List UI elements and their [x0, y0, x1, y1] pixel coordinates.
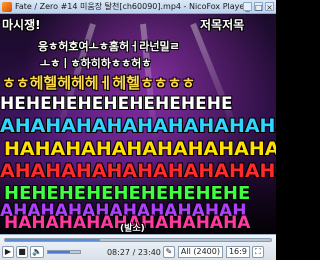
comment-filter-select[interactable]: All (2400) — [177, 246, 223, 258]
time-display: 08:27 / 23:40 — [107, 248, 161, 257]
volume-level — [47, 251, 71, 253]
seek-progress — [5, 239, 100, 241]
comment: HAHAHAHAHAHAHAHAHA — [4, 138, 276, 160]
maximize-button[interactable]: □ — [254, 2, 263, 12]
fullscreen-button[interactable]: ⛶ — [251, 246, 264, 258]
aspect-ratio-select[interactable]: 16:9 — [225, 246, 250, 258]
seek-bar[interactable] — [4, 238, 272, 242]
stop-icon: ■ — [18, 247, 26, 256]
comment: HEHEHEHEHEHEHEHEHE — [0, 94, 233, 114]
comment: 저목저목 — [200, 18, 245, 32]
comment: (발소) — [120, 224, 145, 234]
volume-slider[interactable] — [46, 250, 81, 254]
current-time: 08:27 — [106, 247, 131, 257]
comment: 마시쟁! — [2, 18, 41, 32]
fullscreen-icon: ⛶ — [255, 247, 261, 256]
minimize-button[interactable]: _ — [243, 2, 252, 12]
play-icon: ▶ — [4, 247, 12, 256]
comment: AHAHAHAHAHAHAHAHAHA — [0, 115, 276, 137]
comment: ㅎㅎ헤헬헤헤헤ㅔ헤헬ㅎㅎㅎㅎ — [2, 74, 196, 92]
nicofox-app-icon — [2, 1, 12, 12]
window-title: Fate / Zero #14 미움장 탈천[ch60090].mp4 - Ni… — [15, 1, 243, 11]
stop-button[interactable]: ■ — [16, 246, 28, 258]
video-area[interactable]: 마시쟁! 저목저목 응ㅎ허호여ㅗㅎ홈허ㅓ라넌밀ㄹ ㅗㅎㅣㅎ하히하ㅎㅎ허ㅎ ㅎㅎ헤… — [0, 14, 276, 234]
total-time: 23:40 — [137, 247, 161, 257]
time-separator: / — [132, 247, 136, 257]
comment-icon: ✎ — [165, 247, 173, 256]
comment-toggle-button[interactable]: ✎ — [162, 246, 175, 258]
comment: ㅗㅎㅣㅎ하히하ㅎㅎ허ㅎ — [40, 57, 152, 70]
play-button[interactable]: ▶ — [2, 246, 14, 258]
title-bar: Fate / Zero #14 미움장 탈천[ch60090].mp4 - Ni… — [0, 0, 276, 14]
comment: AHAHAHAHAHAHAHAHAHA — [0, 160, 276, 182]
comment: 응ㅎ허호여ㅗㅎ홈허ㅓ라넌밀ㄹ — [38, 40, 180, 53]
close-button[interactable]: × — [265, 2, 274, 12]
speaker-icon: 🔈 — [32, 247, 42, 256]
mute-button[interactable]: 🔈 — [30, 246, 44, 258]
player-controls: ▶ ■ 🔈 08:27 / 23:40 ✎ All (2400) 16:9 ⛶ — [0, 234, 276, 260]
